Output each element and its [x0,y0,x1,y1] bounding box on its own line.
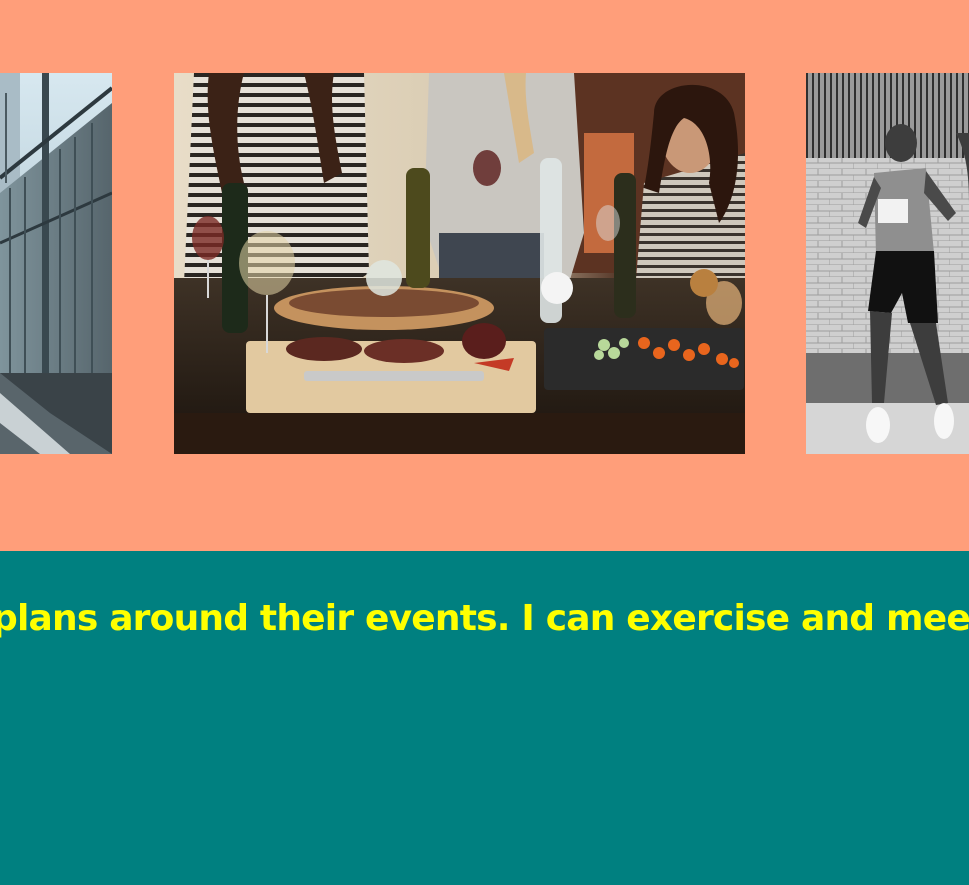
gallery-image-friends-wine-dinner[interactable] [174,73,745,454]
marquee-text: plans around their events. I can exercis… [0,598,969,639]
page: plans around their events. I can exercis… [0,0,969,885]
friends-wine-dinner-photo [174,73,745,454]
fence-walkway-photo [0,73,112,454]
image-gallery [0,0,969,551]
gallery-image-marathon-runner[interactable] [806,73,969,454]
gallery-image-fence-walkway[interactable] [0,73,112,454]
marquee-banner: plans around their events. I can exercis… [0,551,969,885]
marathon-runner-photo [806,73,969,454]
